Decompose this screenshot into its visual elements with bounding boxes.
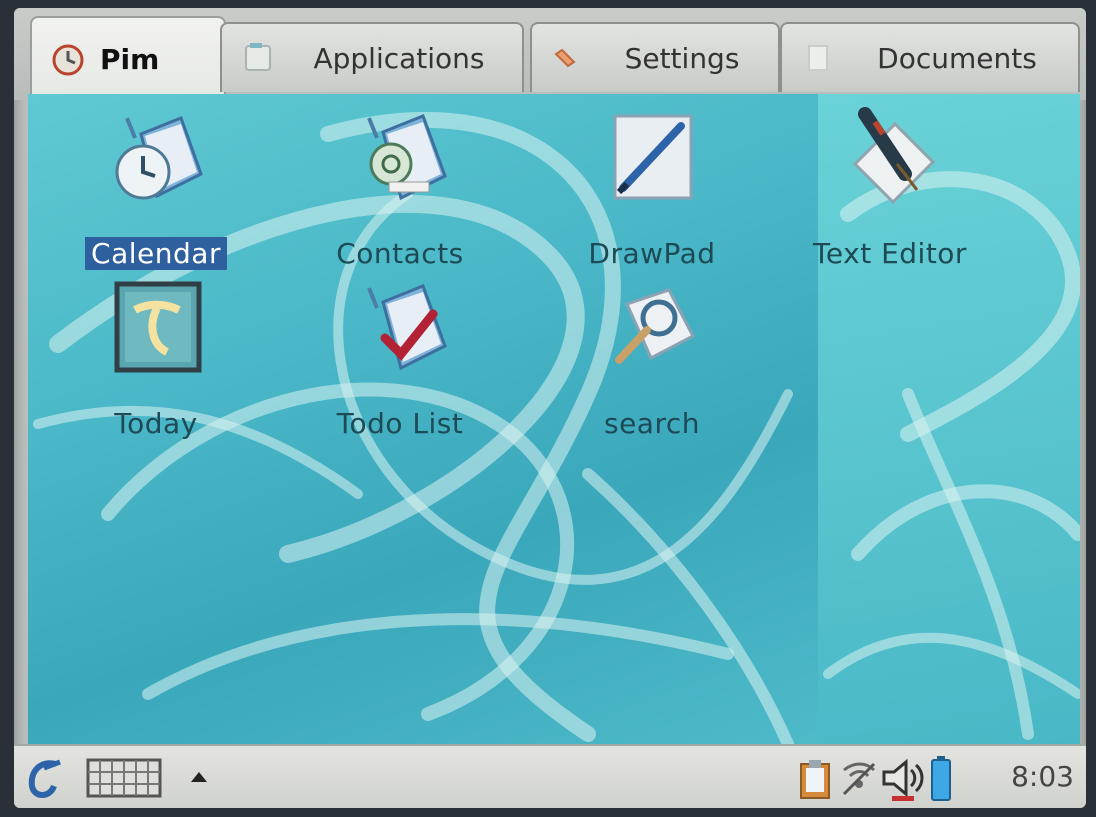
tab-label: Applications xyxy=(313,41,485,75)
app-label: Text Editor xyxy=(813,237,967,270)
app-todo-list[interactable]: Todo List xyxy=(300,274,500,440)
opie-logo-icon[interactable] xyxy=(24,756,64,800)
clock[interactable]: 8:03 xyxy=(1011,760,1074,793)
network-icon[interactable] xyxy=(838,758,880,800)
documents-icon xyxy=(808,45,828,71)
taskbar: 8:03 xyxy=(14,744,1086,808)
tab-label: Settings xyxy=(624,41,740,75)
tab-label: Pim xyxy=(100,42,160,76)
battery-icon[interactable] xyxy=(930,756,952,802)
applications-icon xyxy=(245,43,271,71)
calendar-icon xyxy=(115,116,203,200)
desktop-area: Calendar Contacts DrawPad Text Editor To… xyxy=(28,94,1080,744)
app-today[interactable]: Today xyxy=(56,274,256,440)
settings-icon xyxy=(554,48,576,68)
app-label: DrawPad xyxy=(588,237,716,270)
tab-documents[interactable]: Documents xyxy=(780,22,1080,92)
app-label: Today xyxy=(114,407,198,440)
today-icon xyxy=(114,281,202,373)
text-editor-icon xyxy=(852,107,936,205)
search-icon xyxy=(615,288,696,364)
app-search[interactable]: search xyxy=(552,274,752,440)
app-label: Contacts xyxy=(336,237,464,270)
pim-icon xyxy=(52,44,84,76)
todo-list-icon xyxy=(367,284,447,371)
app-drawpad[interactable]: DrawPad xyxy=(552,104,752,270)
contacts-icon xyxy=(367,114,447,201)
app-label: Calendar xyxy=(85,237,227,270)
tab-pim[interactable]: Pim xyxy=(30,16,226,100)
clipboard-icon[interactable] xyxy=(798,758,832,800)
drawpad-icon xyxy=(613,114,693,200)
app-calendar[interactable]: Calendar xyxy=(56,104,256,270)
tab-applications[interactable]: Applications xyxy=(220,22,524,92)
keyboard-icon[interactable] xyxy=(86,758,162,798)
device-screen: Pim Applications Settings Documents Cale… xyxy=(14,8,1086,808)
app-contacts[interactable]: Contacts xyxy=(300,104,500,270)
tab-settings[interactable]: Settings xyxy=(530,22,780,92)
tab-bar: Pim Applications Settings Documents xyxy=(14,8,1086,100)
app-text-editor[interactable]: Text Editor xyxy=(790,104,990,270)
app-label: search xyxy=(603,407,700,440)
app-label: Todo List xyxy=(336,407,464,440)
tab-label: Documents xyxy=(877,41,1037,75)
volume-icon[interactable] xyxy=(880,756,926,802)
up-arrow-icon[interactable] xyxy=(190,770,208,784)
